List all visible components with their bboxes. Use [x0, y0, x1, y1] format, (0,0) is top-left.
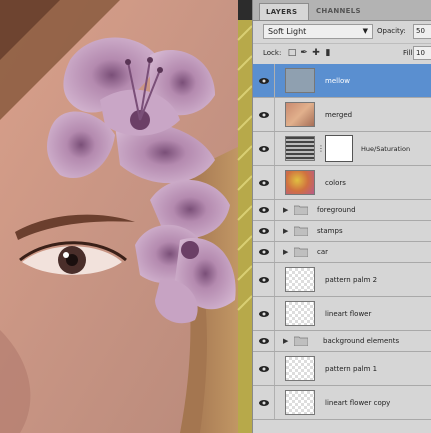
layer-name: merged	[325, 110, 353, 119]
layer-name: lineart flower copy	[325, 398, 391, 407]
photo-artwork	[0, 0, 252, 433]
layer-row-lineart-flower[interactable]: lineart flower	[253, 297, 431, 331]
layer-row-pattern-palm-1[interactable]: pattern palm 1	[253, 352, 431, 386]
visibility-toggle[interactable]	[253, 132, 275, 165]
chevron-right-icon[interactable]: ▶	[283, 206, 288, 214]
eye-icon	[259, 310, 269, 317]
folder-icon	[294, 336, 308, 346]
layer-mask-thumbnail	[325, 135, 353, 162]
layer-thumbnail	[285, 356, 315, 381]
chevron-right-icon[interactable]: ▶	[283, 248, 288, 256]
opacity-label: Opacity:	[377, 27, 406, 35]
layer-name: background elements	[323, 337, 400, 345]
eye-icon	[259, 338, 269, 344]
document-canvas[interactable]	[0, 0, 252, 433]
layer-thumbnail	[285, 267, 315, 292]
blend-opacity-row: Soft Light ▼ Opacity: 50	[253, 21, 431, 44]
panel-tabs: LAYERS CHANNELS	[253, 0, 431, 21]
visibility-toggle[interactable]	[253, 64, 275, 97]
lock-icon[interactable]: ▮	[323, 48, 333, 58]
eye-icon	[259, 399, 269, 406]
visibility-toggle[interactable]	[253, 386, 275, 419]
visibility-toggle[interactable]	[253, 263, 275, 296]
visibility-toggle[interactable]	[253, 98, 275, 131]
layer-name: foreground	[317, 206, 356, 214]
chevron-down-icon: ▼	[362, 27, 368, 35]
layer-row-pattern-palm-2[interactable]: pattern palm 2	[253, 263, 431, 297]
chevron-right-icon[interactable]: ▶	[283, 337, 288, 345]
visibility-toggle[interactable]	[253, 297, 275, 330]
eye-icon	[259, 111, 269, 118]
lock-label: Lock:	[263, 49, 282, 57]
visibility-toggle[interactable]	[253, 352, 275, 385]
layer-thumbnail	[285, 390, 315, 415]
visibility-toggle[interactable]	[253, 221, 275, 241]
folder-icon	[294, 226, 308, 236]
layer-name: pattern palm 2	[325, 275, 378, 284]
visibility-toggle[interactable]	[253, 166, 275, 199]
tab-channels[interactable]: CHANNELS	[310, 3, 370, 20]
tab-layers[interactable]: LAYERS	[259, 3, 309, 20]
layer-row-lineart-flower-copy[interactable]: lineart flower copy	[253, 386, 431, 420]
layer-row-hue-saturation[interactable]: ⋮ Hue/Saturation	[253, 132, 431, 166]
layer-thumbnail	[285, 170, 315, 195]
layer-thumbnail	[285, 301, 315, 326]
layers-panel: LAYERS CHANNELS Soft Light ▼ Opacity: 50…	[252, 0, 431, 433]
layer-group-stamps[interactable]: ▶ stamps	[253, 221, 431, 242]
layer-thumbnail	[285, 102, 315, 127]
eye-icon	[259, 249, 269, 255]
visibility-toggle[interactable]	[253, 331, 275, 351]
chain-icon: ⋮	[317, 144, 325, 153]
eye-icon	[259, 77, 269, 84]
layer-row-colors[interactable]: colors	[253, 166, 431, 200]
folder-icon	[294, 205, 308, 215]
eye-icon	[259, 276, 269, 283]
layer-name: car	[317, 248, 329, 256]
opacity-input[interactable]: 50	[413, 24, 431, 39]
layer-group-foreground[interactable]: ▶ foreground	[253, 200, 431, 221]
layer-name: colors	[325, 178, 346, 187]
adjustment-thumbnail	[285, 136, 315, 161]
brush-icon[interactable]: ✒	[299, 48, 309, 58]
layer-name: mellow	[325, 76, 351, 85]
visibility-toggle[interactable]	[253, 200, 275, 220]
lock-fill-row: Lock: □ ✒ ✚ ▮ Fill: 10	[253, 44, 431, 65]
lock-transparent-icon[interactable]: □	[287, 48, 297, 58]
blend-mode-select[interactable]: Soft Light ▼	[263, 24, 373, 39]
folder-icon	[294, 247, 308, 257]
layer-group-car[interactable]: ▶ car	[253, 242, 431, 263]
layer-name: Hue/Saturation	[361, 144, 411, 153]
blend-mode-value: Soft Light	[268, 27, 307, 36]
layer-group-background-elements[interactable]: ▶ background elements	[253, 331, 431, 352]
eye-icon	[259, 365, 269, 372]
eye-icon	[259, 145, 269, 152]
layer-name: stamps	[317, 227, 343, 235]
move-icon[interactable]: ✚	[311, 48, 321, 58]
layer-row-merged[interactable]: merged	[253, 98, 431, 132]
layer-name: pattern palm 1	[325, 364, 378, 373]
eye-icon	[259, 179, 269, 186]
chevron-right-icon[interactable]: ▶	[283, 227, 288, 235]
fill-input[interactable]: 10	[413, 46, 431, 60]
eye-icon	[259, 228, 269, 234]
visibility-toggle[interactable]	[253, 242, 275, 262]
photoshop-workspace: LAYERS CHANNELS Soft Light ▼ Opacity: 50…	[0, 0, 431, 433]
layer-thumbnail	[285, 68, 315, 93]
layer-row-mellow[interactable]: mellow	[253, 64, 431, 98]
eye-icon	[259, 207, 269, 213]
layer-list: mellow merged ⋮ Hue/Saturation colors ▶ …	[253, 64, 431, 420]
layer-name: lineart flower	[325, 309, 372, 318]
